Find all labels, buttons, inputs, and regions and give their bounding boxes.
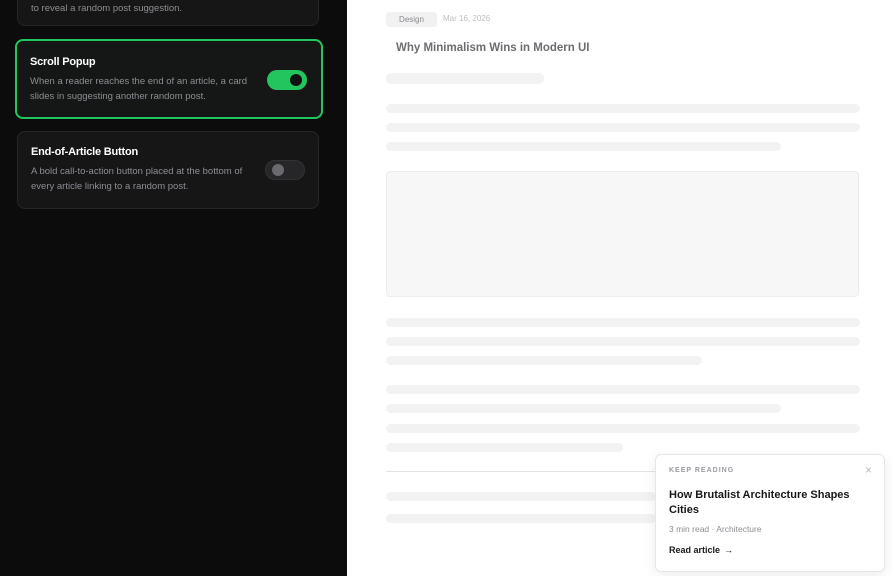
skeleton-line	[386, 404, 781, 413]
suggested-post-title[interactable]: How Brutalist Architecture Shapes Cities	[669, 488, 869, 518]
keep-reading-popup[interactable]: KEEP READING × How Brutalist Architectur…	[655, 454, 885, 572]
skeleton-line	[386, 318, 860, 327]
arrow-right-icon: →	[724, 545, 734, 555]
read-article-link[interactable]: Read article →	[669, 545, 733, 555]
skeleton-line	[386, 424, 860, 433]
skeleton-line	[386, 356, 702, 365]
article-title: Why Minimalism Wins in Modern UI	[396, 42, 590, 54]
skeleton-line	[386, 514, 656, 523]
option-description: to reveal a random post suggestion.	[31, 3, 183, 14]
article-preview: Design Mar 16, 2026 Why Minimalism Wins …	[347, 0, 893, 576]
settings-panel: to reveal a random post suggestion. Scro…	[0, 0, 347, 576]
divider	[386, 471, 666, 472]
skeleton-line	[386, 492, 656, 501]
skeleton-subtitle	[386, 73, 544, 84]
random-post-option-card[interactable]: to reveal a random post suggestion.	[17, 0, 319, 26]
popup-label: KEEP READING	[669, 467, 735, 474]
image-placeholder	[386, 171, 859, 297]
skeleton-line	[386, 104, 860, 113]
option-description: When a reader reaches the end of an arti…	[30, 76, 248, 102]
scroll-popup-toggle[interactable]	[267, 70, 307, 90]
skeleton-line	[386, 443, 623, 452]
end-of-article-button-toggle[interactable]	[265, 160, 305, 180]
skeleton-line	[386, 385, 860, 394]
skeleton-line	[386, 123, 860, 132]
suggested-post-meta: 3 min read · Architecture	[669, 524, 762, 534]
option-description: A bold call-to-action button placed at t…	[31, 166, 243, 192]
option-title: End-of-Article Button	[31, 146, 139, 158]
skeleton-line	[386, 142, 781, 151]
scroll-popup-option-card[interactable]: Scroll Popup When a reader reaches the e…	[15, 39, 323, 119]
end-of-article-button-option-card[interactable]: End-of-Article Button A bold call-to-act…	[17, 131, 319, 209]
toggle-knob	[290, 74, 302, 86]
category-tag: Design	[386, 12, 437, 27]
option-title: Scroll Popup	[30, 56, 96, 68]
close-icon[interactable]: ×	[865, 464, 872, 476]
article-date: Mar 16, 2026	[443, 14, 491, 23]
toggle-knob	[272, 164, 284, 176]
skeleton-line	[386, 337, 860, 346]
read-article-label: Read article	[669, 545, 721, 555]
